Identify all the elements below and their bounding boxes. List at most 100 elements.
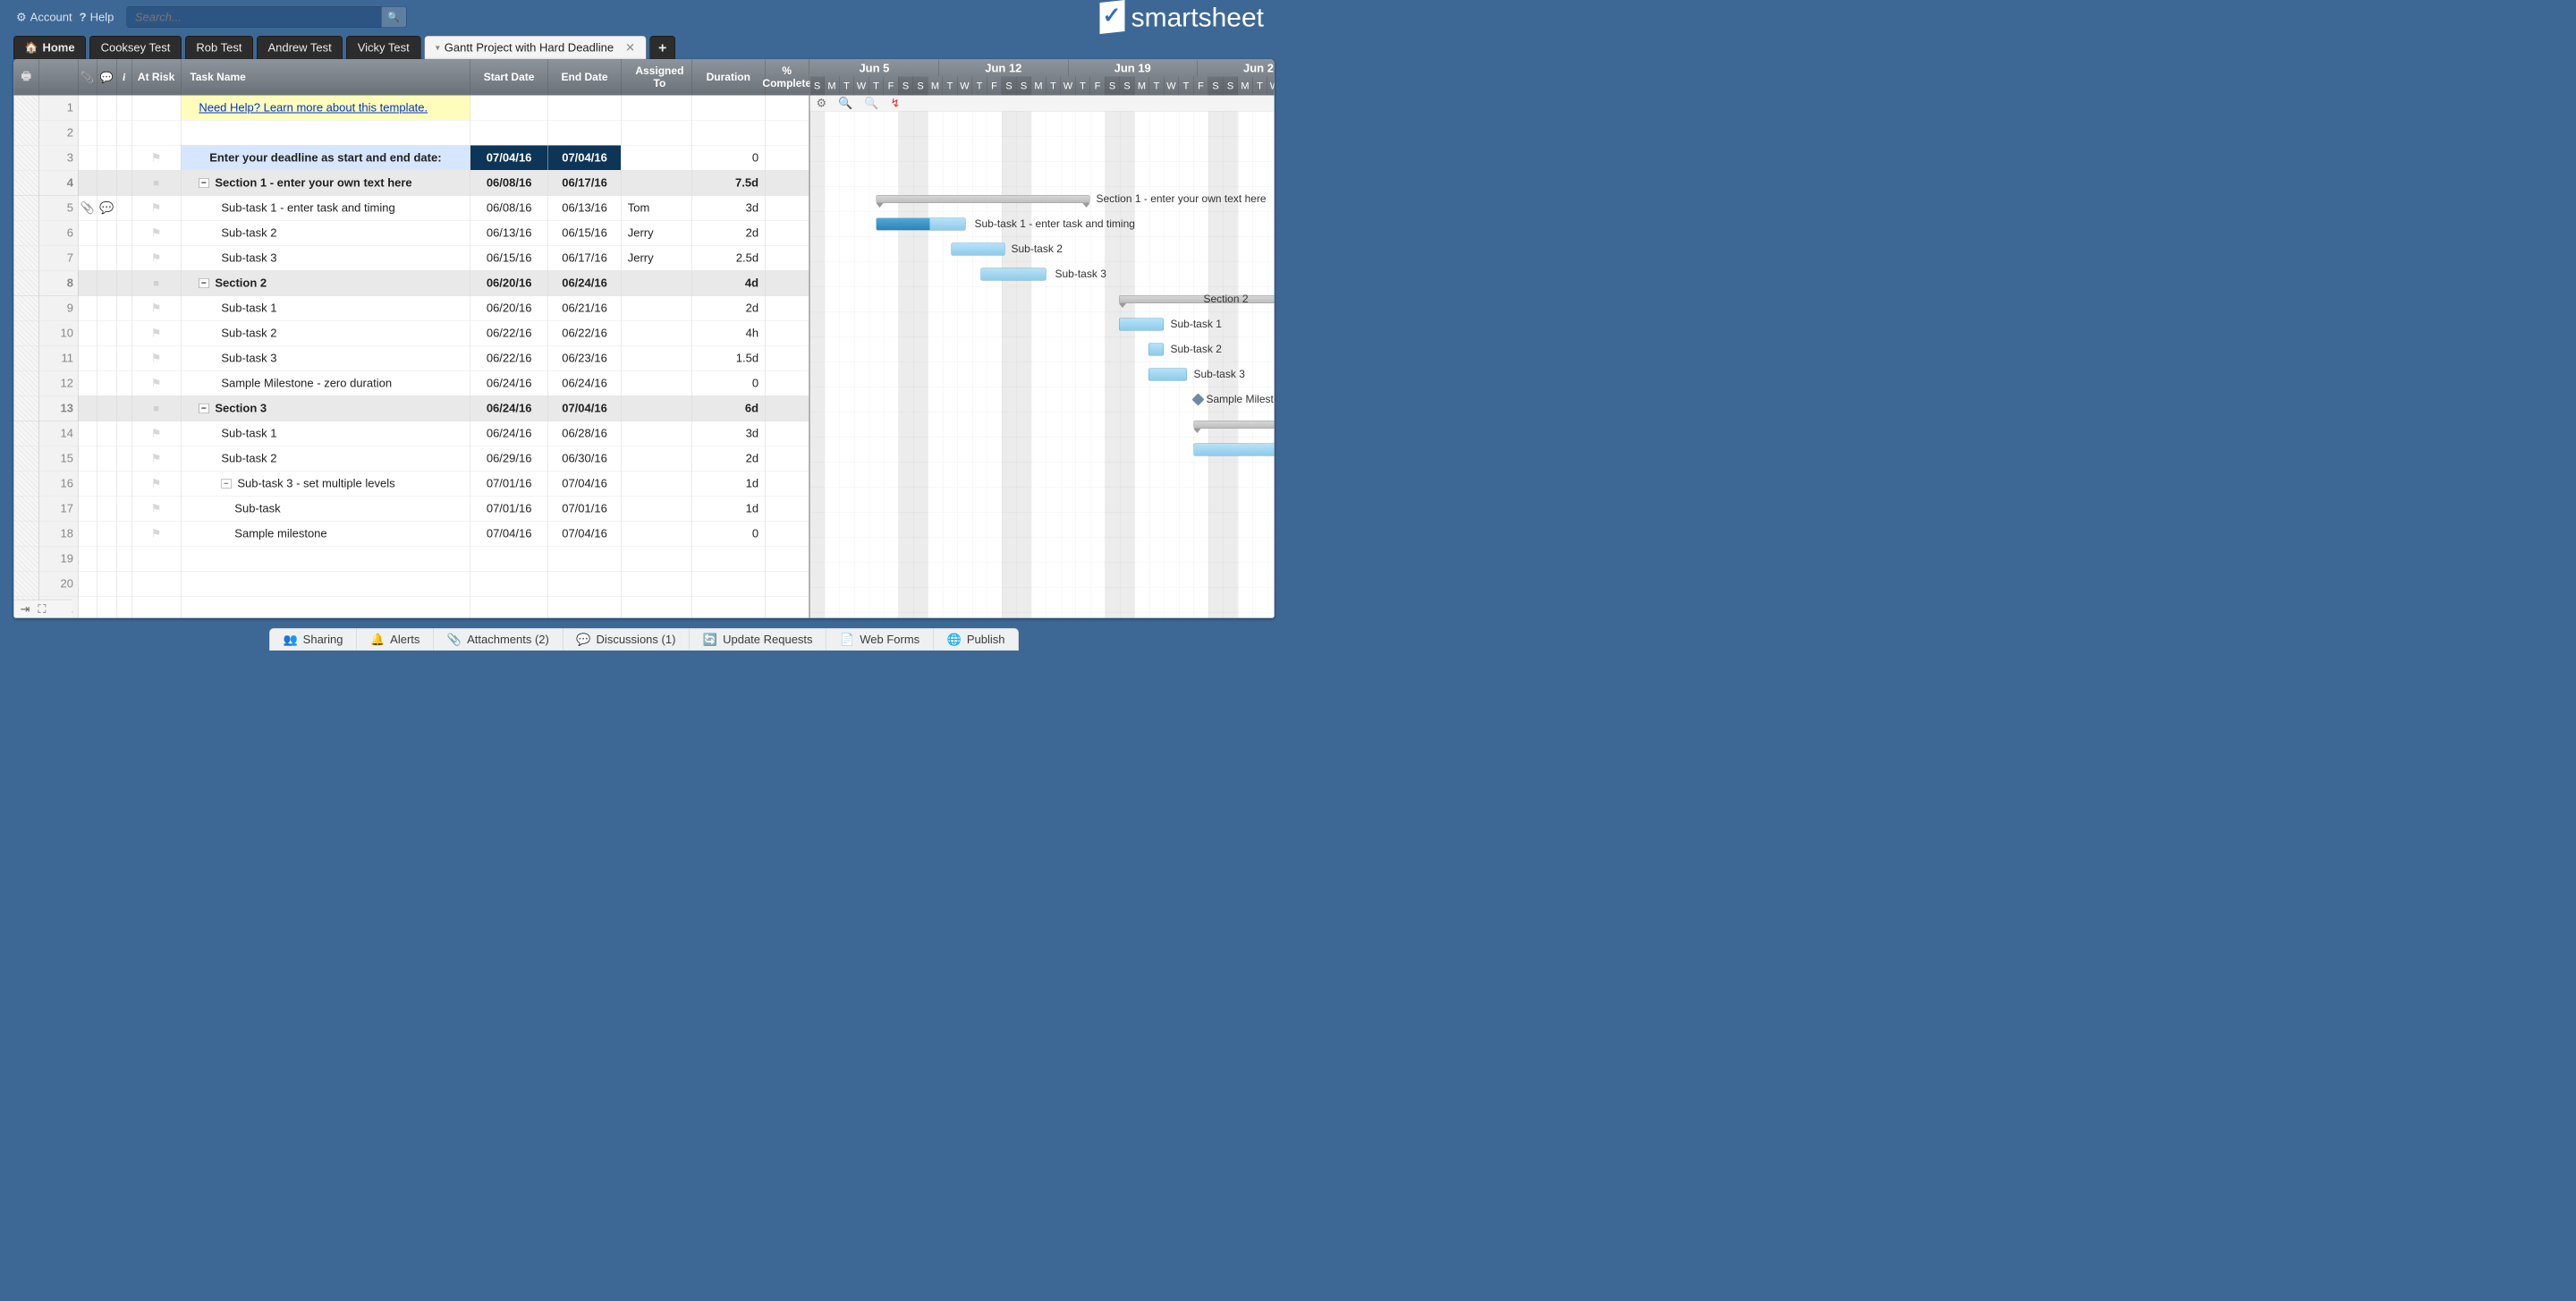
cell[interactable]: 06/30/16 xyxy=(548,446,622,472)
cell[interactable]: 06/15/16 xyxy=(548,221,622,246)
cell[interactable] xyxy=(622,371,692,396)
cell[interactable] xyxy=(131,321,181,346)
cell[interactable]: 1d xyxy=(692,472,766,497)
header-assigned[interactable]: Assigned To xyxy=(622,60,692,96)
cell[interactable]: 06/13/16 xyxy=(470,221,548,246)
cell[interactable]: Jerry xyxy=(622,221,692,246)
row-handle[interactable] xyxy=(14,121,39,146)
grid-row[interactable]: 9Sub-task 106/20/1606/21/162d xyxy=(14,296,809,321)
cell[interactable] xyxy=(97,271,116,296)
cell[interactable] xyxy=(766,396,809,421)
cell[interactable] xyxy=(78,96,97,121)
task-cell[interactable]: Sample milestone xyxy=(181,522,470,547)
cell[interactable]: 06/17/16 xyxy=(548,246,622,271)
gantt-bar[interactable] xyxy=(1119,295,1275,303)
grid-row[interactable]: 7Sub-task 306/15/1606/17/16Jerry2.5d xyxy=(14,246,809,271)
task-cell[interactable]: Sub-task 1 xyxy=(181,296,470,321)
task-cell[interactable]: Sub-task 2 xyxy=(181,446,470,472)
cell[interactable] xyxy=(116,346,131,371)
cell[interactable] xyxy=(766,146,809,171)
grid-row[interactable]: 19 xyxy=(14,547,809,572)
grid-row[interactable]: 15Sub-task 206/29/1606/30/162d xyxy=(14,446,809,472)
grid-row[interactable]: 2 xyxy=(14,121,809,146)
gantt-grid[interactable]: Section 1 - enter your own text hereSub-… xyxy=(810,112,1275,618)
cell[interactable] xyxy=(470,547,548,572)
cell[interactable] xyxy=(97,597,116,618)
cell[interactable] xyxy=(131,446,181,472)
flag-icon[interactable] xyxy=(151,352,162,366)
help-link[interactable]: Help xyxy=(80,10,114,24)
cell[interactable] xyxy=(766,221,809,246)
zoom-out-icon[interactable]: 🔍 xyxy=(864,97,878,111)
collapse-icon[interactable]: − xyxy=(199,178,208,188)
cell[interactable] xyxy=(97,146,116,171)
row-handle[interactable] xyxy=(14,171,39,196)
cell[interactable]: 07/04/16 xyxy=(470,522,548,547)
row-handle[interactable] xyxy=(14,421,39,446)
end-cell[interactable]: 07/04/16 xyxy=(548,146,622,171)
grid-row[interactable]: 8−Section 206/20/1606/24/164d xyxy=(14,271,809,296)
cell[interactable] xyxy=(622,321,692,346)
header-duration[interactable]: Duration xyxy=(692,60,766,96)
cell[interactable] xyxy=(78,196,97,221)
grid-row[interactable]: 14Sub-task 106/24/1606/28/163d xyxy=(14,421,809,446)
flag-icon[interactable] xyxy=(151,151,162,166)
cell[interactable] xyxy=(766,321,809,346)
cell[interactable] xyxy=(131,246,181,271)
grid-row[interactable]: 4−Section 1 - enter your own text here06… xyxy=(14,171,809,196)
cell[interactable] xyxy=(622,146,692,171)
cell[interactable] xyxy=(97,547,116,572)
help-link-cell[interactable]: Need Help? Learn more about this templat… xyxy=(181,96,470,121)
cell[interactable] xyxy=(766,472,809,497)
task-cell[interactable] xyxy=(181,597,470,618)
cell[interactable] xyxy=(622,421,692,446)
cell[interactable] xyxy=(622,472,692,497)
cell[interactable] xyxy=(548,547,622,572)
row-handle[interactable] xyxy=(14,497,39,522)
cell[interactable] xyxy=(548,597,622,618)
cell[interactable]: 0 xyxy=(692,371,766,396)
grid-row[interactable]: 17Sub-task07/01/1607/01/161d xyxy=(14,497,809,522)
cell[interactable] xyxy=(97,221,116,246)
header-at-risk[interactable]: At Risk xyxy=(131,60,181,96)
cell[interactable] xyxy=(470,572,548,597)
task-cell[interactable] xyxy=(181,121,470,146)
cell[interactable] xyxy=(766,296,809,321)
cell[interactable] xyxy=(97,572,116,597)
grid-row[interactable]: 11Sub-task 306/22/1606/23/161.5d xyxy=(14,346,809,371)
row-handle[interactable] xyxy=(14,446,39,472)
cell[interactable] xyxy=(622,522,692,547)
expand-icon[interactable]: ⛶ xyxy=(38,602,46,616)
cell[interactable]: 07/01/16 xyxy=(470,472,548,497)
cell[interactable] xyxy=(97,196,116,221)
cell[interactable] xyxy=(470,597,548,618)
help-template-link[interactable]: Need Help? Learn more about this templat… xyxy=(199,101,428,115)
cell[interactable] xyxy=(78,146,97,171)
cell[interactable] xyxy=(622,271,692,296)
cell[interactable] xyxy=(548,96,622,121)
task-cell[interactable]: Sub-task 1 xyxy=(181,421,470,446)
search-button[interactable] xyxy=(381,6,406,28)
row-handle[interactable] xyxy=(14,371,39,396)
task-cell[interactable]: −Section 2 xyxy=(181,271,470,296)
header-attach[interactable] xyxy=(78,60,97,96)
cell[interactable] xyxy=(131,421,181,446)
cell[interactable] xyxy=(97,472,116,497)
cell[interactable] xyxy=(766,346,809,371)
footer-discussions[interactable]: 💬Discussions (1) xyxy=(563,629,690,651)
goto-end-icon[interactable]: ⇥ xyxy=(21,602,30,616)
cell[interactable] xyxy=(97,522,116,547)
cell[interactable]: 06/22/16 xyxy=(470,321,548,346)
cell[interactable] xyxy=(116,171,131,196)
cell[interactable] xyxy=(622,446,692,472)
gantt-bar[interactable] xyxy=(877,218,966,231)
gantt-bar[interactable] xyxy=(981,268,1046,281)
cell[interactable] xyxy=(622,96,692,121)
cell[interactable] xyxy=(78,221,97,246)
row-handle[interactable] xyxy=(14,472,39,497)
flag-icon[interactable] xyxy=(151,201,162,216)
cell[interactable]: 06/08/16 xyxy=(470,196,548,221)
flag-icon[interactable] xyxy=(151,327,162,341)
cell[interactable]: 1d xyxy=(692,497,766,522)
cell[interactable] xyxy=(692,547,766,572)
